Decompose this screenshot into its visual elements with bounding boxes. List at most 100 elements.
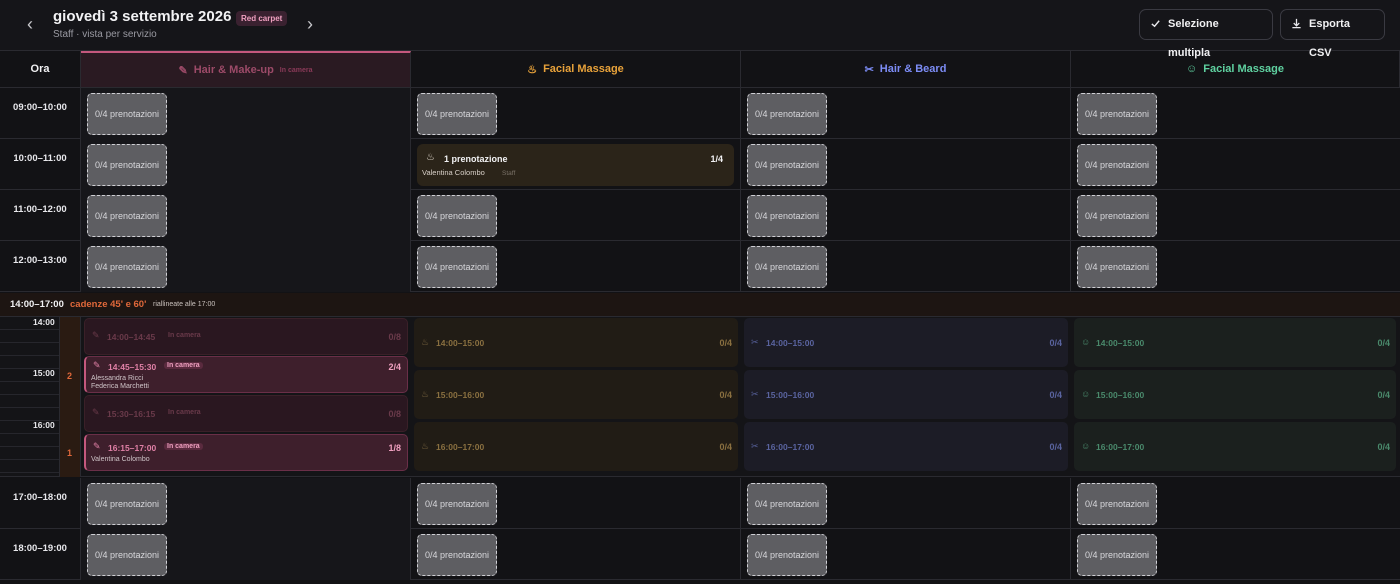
slot-cell: 0/4 prenotazioni [81, 88, 411, 139]
hm-slot[interactable]: ✎ 15:30–16:15 In camera 0/8 [84, 395, 408, 432]
column-title: Facial Massage [543, 63, 624, 75]
face-massage-icon: ♨ [421, 389, 430, 399]
scissors-icon: ✂ [864, 63, 874, 76]
empty-slot[interactable]: 0/4 prenotazioni [1077, 144, 1157, 186]
facial2-slot[interactable]: ☺ 14:00–15:00 0/4 [1074, 318, 1396, 367]
empty-slot[interactable]: 0/4 prenotazioni [87, 93, 167, 135]
empty-slot[interactable]: 0/4 prenotazioni [747, 246, 827, 288]
empty-slot[interactable]: 0/4 prenotazioni [417, 534, 497, 576]
hm-slot[interactable]: ✎ 14:45–15:30 In camera 2/4 Alessandra R… [84, 356, 408, 393]
slot-cell: 0/4 prenotazioni [741, 139, 1071, 190]
in-camera-tag: In camera [168, 332, 201, 339]
person-icon: ☺ [1081, 441, 1091, 451]
multi-select-button[interactable]: Selezione multipla [1139, 9, 1273, 59]
prev-day-button[interactable]: ‹ [18, 12, 42, 36]
facial-slot[interactable]: ♨ 16:00–17:00 0/4 [414, 422, 738, 471]
facial2-slot[interactable]: ☺ 15:00–16:00 0/4 [1074, 370, 1396, 419]
slot-time: 15:00–16:00 [436, 390, 485, 400]
slot-time: 15:00–16:00 [766, 390, 815, 400]
face-massage-icon: ♨ [421, 441, 430, 451]
empty-slot[interactable]: 0/4 prenotazioni [1077, 246, 1157, 288]
scissors-icon: ✂ [751, 337, 759, 347]
empty-slot[interactable]: 0/4 prenotazioni [1077, 195, 1157, 237]
beard-slot[interactable]: ✂ 15:00–16:00 0/4 [744, 370, 1068, 419]
facial2-slot[interactable]: ☺ 16:00–17:00 0/4 [1074, 422, 1396, 471]
slot-count: 0/4 [719, 442, 732, 452]
slot-time: 16:00–17:00 [1096, 442, 1145, 452]
axis-hour: 14:00 [33, 317, 55, 327]
hm-slot[interactable]: ✎ 14:00–14:45 In camera 0/8 [84, 318, 408, 355]
row-time: 18:00–19:00 [0, 529, 81, 580]
slot-count: 2/4 [388, 362, 401, 372]
person-icon: ☺ [1186, 63, 1198, 75]
empty-slot[interactable]: 0/4 prenotazioni [417, 195, 497, 237]
segment-cadence: cadenze 45' e 60' [70, 299, 147, 310]
beard-slot[interactable]: ✂ 14:00–15:00 0/4 [744, 318, 1068, 367]
slot-count: 0/8 [388, 332, 401, 342]
time-row: 10:00–11:00 0/4 prenotazioni ♨ 1 prenota… [0, 139, 1400, 190]
slot-time: 15:30–16:15 [107, 409, 156, 419]
empty-slot[interactable]: 0/4 prenotazioni [747, 144, 827, 186]
export-csv-button[interactable]: Esporta CSV [1280, 9, 1385, 59]
download-icon [1292, 18, 1301, 29]
empty-slot[interactable]: 0/4 prenotazioni [1077, 93, 1157, 135]
slot-count: 0/4 [1049, 442, 1062, 452]
next-day-button[interactable]: › [298, 12, 322, 36]
booking-card[interactable]: ♨ 1 prenotazione 1/4 Valentina Colombo S… [417, 144, 734, 186]
empty-slot[interactable]: 0/4 prenotazioni [417, 483, 497, 525]
empty-slot[interactable]: 0/4 prenotazioni [87, 195, 167, 237]
person-icon: ☺ [1081, 337, 1091, 347]
slot-time: 14:00–15:00 [766, 338, 815, 348]
empty-slot[interactable]: 0/4 prenotazioni [747, 195, 827, 237]
slot-cell: 0/4 prenotazioni [741, 88, 1071, 139]
slot-count: 0/4 [1049, 338, 1062, 348]
row-time: 17:00–18:00 [0, 478, 81, 529]
beard-slot[interactable]: ✂ 16:00–17:00 0/4 [744, 422, 1068, 471]
empty-slot[interactable]: 0/4 prenotazioni [747, 534, 827, 576]
row-time: 10:00–11:00 [0, 139, 81, 190]
slot-time: 14:00–14:45 [107, 332, 156, 342]
person-icon: ☺ [1081, 389, 1091, 399]
time-row: 17:00–18:00 0/4 prenotazioni 0/4 prenota… [0, 478, 1400, 529]
empty-slot[interactable]: 0/4 prenotazioni [87, 534, 167, 576]
guest-name: Federica Marchetti [91, 383, 149, 390]
slot-cell: 0/4 prenotazioni [741, 241, 1071, 292]
hm-slot[interactable]: ✎ 16:15–17:00 In camera 1/8 Valentina Co… [84, 434, 408, 471]
slot-cell: 0/4 prenotazioni [81, 190, 411, 241]
empty-slot[interactable]: 0/4 prenotazioni [747, 93, 827, 135]
column-header-facial-massage-2[interactable]: ☺ Facial Massage [1071, 51, 1400, 88]
slot-cell: 0/4 prenotazioni [411, 88, 741, 139]
empty-slot[interactable]: 0/4 prenotazioni [417, 93, 497, 135]
empty-slot[interactable]: 0/4 prenotazioni [1077, 534, 1157, 576]
slot-cell: 0/4 prenotazioni [411, 478, 741, 529]
empty-slot[interactable]: 0/4 prenotazioni [87, 246, 167, 288]
event-badge: Red carpet [236, 11, 288, 26]
page-title: giovedì 3 settembre 2026 [53, 8, 232, 25]
face-massage-icon: ♨ [421, 337, 430, 347]
slot-cell: 0/4 prenotazioni [741, 529, 1071, 580]
row-time: 11:00–12:00 [0, 190, 81, 241]
slot-count: 0/4 [1377, 338, 1390, 348]
in-camera-tag: In camera [279, 66, 313, 74]
makeup-brush-icon: ✎ [178, 64, 188, 77]
slot-time: 16:00–17:00 [766, 442, 815, 452]
axis-hour: 16:00 [33, 420, 55, 430]
column-title: Facial Massage [1203, 63, 1284, 75]
in-camera-tag: In camera [164, 443, 203, 450]
empty-slot[interactable]: 0/4 prenotazioni [417, 246, 497, 288]
slot-cell: 0/4 prenotazioni [81, 139, 411, 190]
empty-slot[interactable]: 0/4 prenotazioni [1077, 483, 1157, 525]
column-header-facial-massage[interactable]: ♨ Facial Massage [411, 51, 741, 88]
facial-slot[interactable]: ♨ 14:00–15:00 0/4 [414, 318, 738, 367]
facial-slot[interactable]: ♨ 15:00–16:00 0/4 [414, 370, 738, 419]
column-header-hair-makeup[interactable]: ✎ Hair & Make-up In camera [81, 51, 411, 88]
in-camera-tag: In camera [164, 362, 203, 369]
slot-cell: 0/4 prenotazioni [411, 241, 741, 292]
column-header-hair-beard[interactable]: ✂ Hair & Beard [741, 51, 1071, 88]
empty-slot[interactable]: 0/4 prenotazioni [87, 144, 167, 186]
empty-slot[interactable]: 0/4 prenotazioni [747, 483, 827, 525]
time-column-header: Ora [0, 51, 81, 88]
makeup-brush-icon: ✎ [92, 407, 100, 417]
time-row: 12:00–13:00 0/4 prenotazioni 0/4 prenota… [0, 241, 1400, 292]
empty-slot[interactable]: 0/4 prenotazioni [87, 483, 167, 525]
